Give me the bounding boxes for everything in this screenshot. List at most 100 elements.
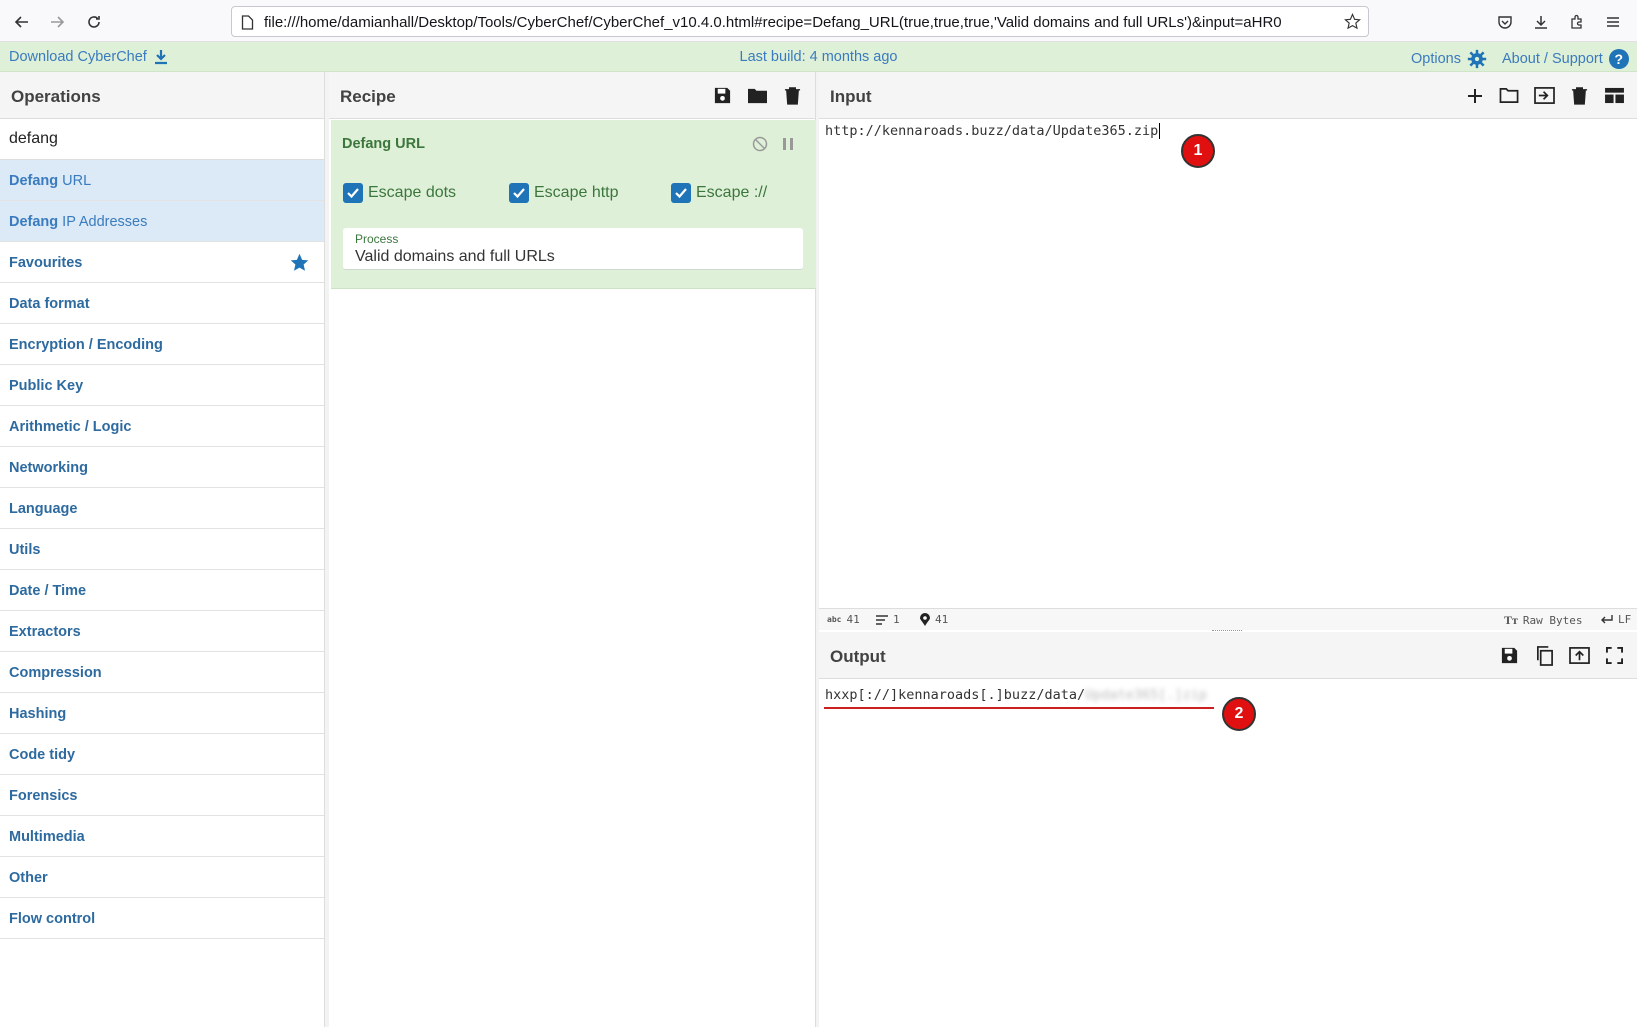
category-public-key[interactable]: Public Key [0, 365, 324, 406]
maximise-output-button[interactable] [1604, 645, 1625, 666]
category-label: Flow control [9, 911, 96, 927]
extensions-button[interactable] [1564, 9, 1590, 35]
process-label: Process [355, 232, 399, 246]
length-icon: abc [827, 615, 842, 624]
save-recipe-button[interactable] [712, 85, 733, 106]
category-label: Encryption / Encoding [9, 337, 163, 353]
category-compression[interactable]: Compression [0, 652, 324, 693]
operations-search-input[interactable]: defang [0, 119, 324, 160]
io-area: Input http://kennaroads.buzz/data/Update… [819, 72, 1637, 1027]
encoding-selector[interactable]: Tт Raw Bytes [1504, 613, 1583, 628]
input-textarea[interactable]: http://kennaroads.buzz/data/Update365.zi… [825, 123, 1161, 139]
output-textarea[interactable]: hxxp[://]kennaroads[.]buzz/data/Update36… [825, 687, 1207, 703]
downloads-button[interactable] [1528, 9, 1554, 35]
category-data-format[interactable]: Data format [0, 283, 324, 324]
map-pin-icon [920, 613, 930, 626]
checkbox-checked-icon [509, 183, 529, 203]
category-extractors[interactable]: Extractors [0, 611, 324, 652]
input-panel: Input http://kennaroads.buzz/data/Update… [819, 72, 1637, 630]
category-label: Public Key [9, 378, 84, 394]
annotation-marker-2: 2 [1222, 697, 1256, 731]
eol-selector[interactable]: LF [1600, 613, 1631, 626]
reload-icon [88, 16, 100, 28]
options-link[interactable]: Options [1411, 49, 1487, 69]
category-other[interactable]: Other [0, 857, 324, 898]
category-networking[interactable]: Networking [0, 447, 324, 488]
category-utils[interactable]: Utils [0, 529, 324, 570]
checkbox-checked-icon [671, 183, 691, 203]
output-panel: Output hxxp[://]kennaroads[.]buzz/data/U… [819, 632, 1637, 1027]
category-flow-control[interactable]: Flow control [0, 898, 324, 939]
recipe-header: Recipe [329, 72, 815, 119]
clear-recipe-button[interactable] [782, 85, 803, 106]
escape-scheme-separator-checkbox[interactable]: Escape :// [671, 183, 767, 203]
return-icon [1601, 614, 1613, 623]
category-arithmetic-logic[interactable]: Arithmetic / Logic [0, 406, 324, 447]
category-code-tidy[interactable]: Code tidy [0, 734, 324, 775]
category-date-time[interactable]: Date / Time [0, 570, 324, 611]
browser-toolbar: file:///home/damianhall/Desktop/Tools/Cy… [0, 0, 1637, 42]
category-label: Date / Time [9, 583, 87, 599]
lines-value: 1 [893, 613, 900, 626]
input-header: Input [819, 72, 1637, 119]
forward-button[interactable] [44, 9, 70, 35]
category-label: Compression [9, 665, 102, 681]
operation-defang-url[interactable]: Defang URL [0, 160, 324, 201]
category-favourites[interactable]: Favourites [0, 242, 324, 283]
search-highlight: Defang [9, 214, 59, 230]
category-encryption-encoding[interactable]: Encryption / Encoding [0, 324, 324, 365]
copy-icon [1536, 646, 1553, 666]
about-support-label: About / Support [1502, 51, 1603, 67]
page-icon [241, 15, 254, 30]
length-value: 41 [846, 613, 860, 626]
operations-title: Operations [11, 87, 101, 106]
open-file-button[interactable] [1534, 85, 1555, 106]
escape-dots-checkbox[interactable]: Escape dots [343, 183, 456, 203]
open-folder-button[interactable] [1499, 85, 1520, 106]
arrow-right-icon [51, 16, 65, 28]
escape-http-checkbox[interactable]: Escape http [509, 183, 619, 203]
recipe-operation-name: Defang URL [342, 136, 425, 152]
arrow-left-icon [14, 16, 28, 28]
output-value: hxxp[://]kennaroads[.]buzz/data/ [825, 687, 1086, 703]
pocket-icon [1498, 16, 1512, 29]
last-build-text: Last build: 4 months ago [739, 49, 898, 65]
position-stat: 41 [920, 613, 948, 626]
replace-input-with-output-button[interactable] [1569, 645, 1590, 666]
pause-icon[interactable] [782, 137, 794, 151]
upload-box-icon [1569, 647, 1590, 664]
help-icon: ? [1608, 49, 1629, 69]
input-status-bar: abc 41 1 41 Tт Raw Bytes LF [819, 608, 1637, 630]
category-hashing[interactable]: Hashing [0, 693, 324, 734]
pocket-button[interactable] [1492, 9, 1518, 35]
category-label: Multimedia [9, 829, 85, 845]
category-language[interactable]: Language [0, 488, 324, 529]
category-forensics[interactable]: Forensics [0, 775, 324, 816]
operation-label: URL [58, 173, 92, 189]
operation-defang-ip-addresses[interactable]: Defang IP Addresses [0, 201, 324, 242]
back-button[interactable] [9, 9, 35, 35]
star-bookmark-icon[interactable] [1344, 13, 1361, 30]
clear-input-button[interactable] [1569, 85, 1590, 106]
menu-button[interactable] [1600, 9, 1626, 35]
annotation-marker-1: 1 [1181, 134, 1215, 168]
about-support-link[interactable]: About / Support ? [1502, 49, 1629, 69]
load-recipe-button[interactable] [747, 85, 768, 106]
operation-label: IP Addresses [58, 214, 148, 230]
disable-icon[interactable] [752, 136, 768, 152]
layout-icon [1605, 87, 1624, 104]
category-label: Arithmetic / Logic [9, 419, 132, 435]
copy-output-button[interactable] [1534, 645, 1555, 666]
save-output-button[interactable] [1499, 645, 1520, 666]
save-icon [1501, 647, 1518, 664]
recipe-operation-defang-url[interactable]: Defang URL Escape dots Escape http Escap… [331, 120, 816, 289]
category-multimedia[interactable]: Multimedia [0, 816, 324, 857]
reset-layout-button[interactable] [1604, 85, 1625, 106]
reload-button[interactable] [81, 9, 107, 35]
add-input-tab-button[interactable] [1464, 85, 1485, 106]
annotation-underline [824, 707, 1214, 709]
process-dropdown[interactable]: Process Valid domains and full URLs [343, 228, 803, 270]
url-bar[interactable]: file:///home/damianhall/Desktop/Tools/Cy… [231, 6, 1369, 37]
text-encoding-icon: Tт [1504, 613, 1518, 627]
folder-open-icon [1499, 87, 1519, 104]
